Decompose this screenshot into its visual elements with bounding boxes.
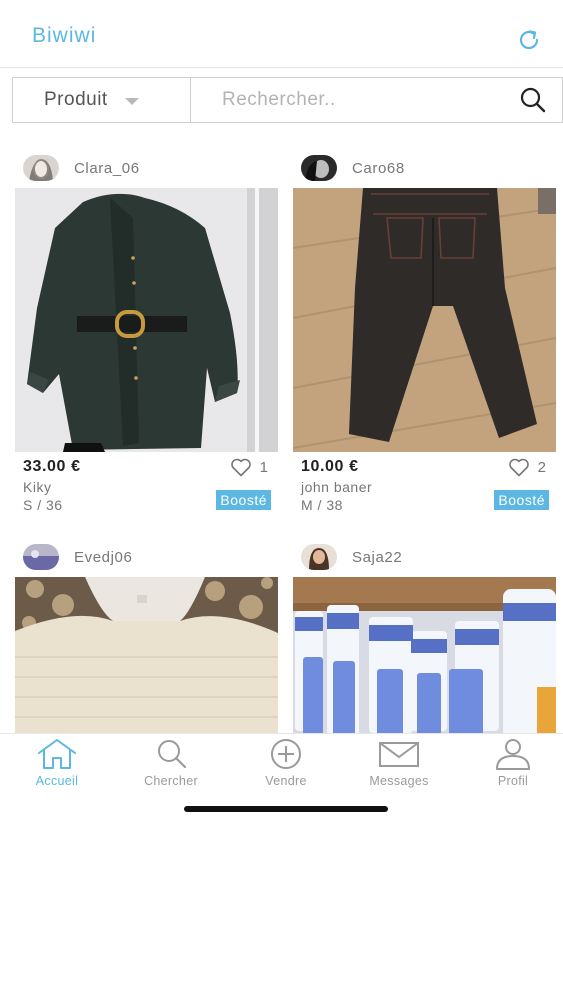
like-button[interactable]: 2 [508,458,546,477]
boost-badge[interactable]: Boosté [494,490,549,510]
tab-label: Messages [369,774,429,788]
home-icon [38,739,76,769]
user-icon [496,739,530,770]
bottom-tab-bar: Accueil Chercher Vendre Messages Profil [0,733,563,789]
listing-size: M / 38 [301,497,343,513]
seller-username: Saja22 [352,548,403,566]
tab-search[interactable]: Chercher [116,738,226,788]
boost-badge[interactable]: Boosté [216,490,271,510]
heart-icon [508,458,529,477]
listing-card[interactable]: Saja22 [293,543,556,733]
search-icon [158,740,187,769]
listing-feed: Clara_06 33.00 € 1 Kiky S / 36 Boosté Ca… [0,0,563,733]
listing-brand: john baner [301,479,373,495]
tab-label: Chercher [144,774,198,788]
like-count: 2 [537,459,546,476]
envelope-icon [379,742,419,767]
seller-username: Clara_06 [74,159,140,177]
tab-profile[interactable]: Profil [458,738,563,788]
product-photo[interactable] [15,188,278,452]
listing-price: 10.00 € [301,458,359,475]
avatar [301,155,337,181]
tab-home[interactable]: Accueil [2,738,112,788]
seller-row[interactable]: Caro68 [293,154,556,182]
avatar [23,544,59,570]
tab-label: Vendre [265,774,307,788]
avatar [301,544,337,570]
product-photo[interactable] [293,188,556,452]
plus-circle-icon [271,739,301,769]
tab-label: Accueil [35,774,79,788]
heart-icon [230,458,251,477]
seller-row[interactable]: Saja22 [293,543,556,571]
tab-messages[interactable]: Messages [344,738,454,788]
seller-username: Evedj06 [74,548,133,566]
listing-brand: Kiky [23,479,52,495]
seller-row[interactable]: Clara_06 [15,154,278,182]
tab-label: Profil [497,774,529,788]
product-photo[interactable] [293,577,556,733]
listing-price: 33.00 € [23,458,81,475]
seller-row[interactable]: Evedj06 [15,543,278,571]
product-photo[interactable] [15,577,278,733]
avatar [23,155,59,181]
seller-username: Caro68 [352,159,405,177]
listing-card[interactable]: Clara_06 33.00 € 1 Kiky S / 36 Boosté [15,154,278,526]
home-indicator [184,806,388,812]
like-button[interactable]: 1 [230,458,268,477]
listing-size: S / 36 [23,497,63,513]
like-count: 1 [259,459,268,476]
listing-card[interactable]: Caro68 10.00 € 2 john baner M / 38 Boost… [293,154,556,526]
listing-card[interactable]: Evedj06 [15,543,278,733]
tab-sell[interactable]: Vendre [231,738,341,788]
